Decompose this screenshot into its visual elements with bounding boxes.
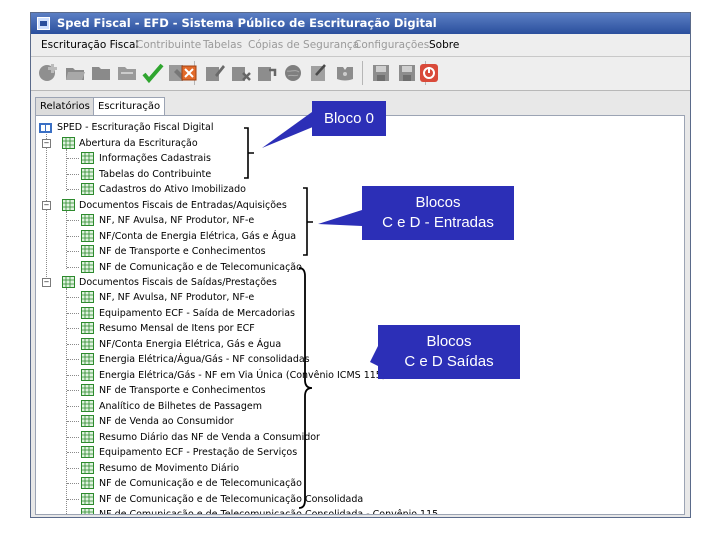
callout-entradas-line2: C e D - Entradas [382, 214, 494, 231]
callout-bloco0-text: Bloco 0 [323, 110, 375, 127]
callout-bloco0: Bloco 0 [312, 101, 386, 136]
bracket-saidas [298, 267, 313, 509]
bracket-bloco0 [244, 127, 254, 179]
callout-entradas: Blocos C e D - Entradas [362, 186, 514, 240]
callout-entradas-line1: Blocos [415, 194, 461, 211]
callout-saidas-line1: Blocos [426, 333, 472, 350]
bracket-entradas [303, 187, 313, 256]
callout-pointer-saidas [370, 346, 378, 366]
callout-saidas-line2: C e D Saídas [404, 353, 494, 370]
callout-pointer-entradas [318, 210, 362, 226]
annotation-overlay [244, 112, 378, 509]
callout-saidas: Blocos C e D Saídas [378, 325, 520, 379]
